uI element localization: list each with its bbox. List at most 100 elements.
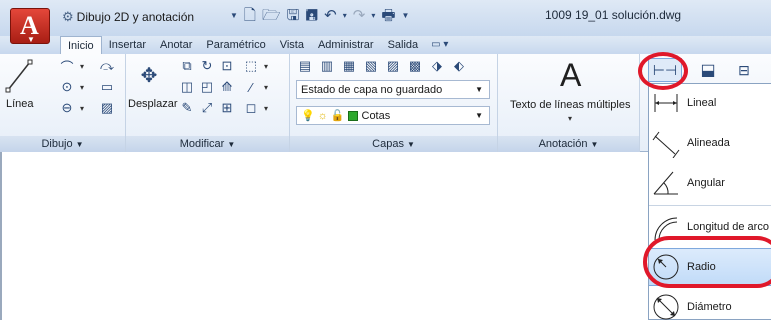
trim-tool-icon[interactable]: ⊡	[218, 57, 236, 75]
circle-dropdown-icon[interactable]: ▾	[80, 83, 84, 92]
tab-salida[interactable]: Salida	[381, 36, 426, 54]
break-tool-icon[interactable]: ⁄	[242, 78, 260, 96]
multiline-text-label[interactable]: Texto de líneas múltiples	[510, 99, 630, 111]
tab-insertar[interactable]: Insertar	[102, 36, 153, 54]
tab-inicio[interactable]: Inicio	[60, 36, 102, 55]
ribbon-options-icon[interactable]: ▭ ▾	[425, 36, 454, 54]
move-tool-label[interactable]: Desplazar	[128, 98, 178, 110]
new-file-icon[interactable]: 🗋	[244, 6, 256, 26]
tab-vista[interactable]: Vista	[273, 36, 311, 54]
menu-label-lineal: Lineal	[687, 97, 717, 109]
hatch-tool-icon[interactable]: ▨	[98, 99, 116, 117]
dim-arc-length-icon	[649, 208, 683, 246]
panel-title-modificar[interactable]: Modificar ▼	[126, 136, 289, 152]
application-menu-button[interactable]: A ▼	[10, 8, 50, 44]
save-icon[interactable]: 🖫	[287, 6, 300, 26]
menu-label-longitud-de-arco: Longitud de arco	[687, 221, 769, 233]
erase-tool-icon[interactable]: ✎	[178, 99, 196, 117]
panel-dibujo: Línea ⌒ ▾ ⤼ ⊙ ▾ ▭ ⊖ ▾ ▨ Dibujo ▼	[0, 54, 126, 152]
array-tool-icon[interactable]: ⊞	[218, 99, 236, 117]
multiline-text-icon[interactable]: A	[560, 57, 581, 94]
menu-item-angular[interactable]: Angular	[649, 164, 771, 202]
polyline-icon[interactable]: ⌒	[58, 57, 76, 75]
workspace-name: Dibujo 2D y anotación	[76, 10, 195, 24]
line-tool-icon[interactable]	[4, 58, 34, 94]
break-dropdown-icon[interactable]: ▾	[264, 83, 268, 92]
offset-dropdown-icon[interactable]: ▾	[264, 104, 268, 113]
layer-previous-icon[interactable]: ▦	[340, 57, 358, 75]
line-tool-label[interactable]: Línea	[6, 98, 34, 110]
stretch-tool-icon[interactable]: ⟰	[218, 78, 236, 96]
dim-linear-icon	[649, 84, 683, 122]
spline-icon[interactable]: ⤼	[98, 57, 116, 75]
undo-icon[interactable]: ↶	[324, 6, 337, 26]
panel-title-capas[interactable]: Capas ▼	[290, 136, 497, 152]
layer-walk-icon[interactable]: ⬖	[450, 57, 468, 75]
offset-tool-icon[interactable]: ◻	[242, 99, 260, 117]
tab-administrar[interactable]: Administrar	[311, 36, 381, 54]
menu-label-alineada: Alineada	[687, 137, 730, 149]
layer-unisolate-icon[interactable]: ▨	[384, 57, 402, 75]
layer-match-icon[interactable]: ▥	[318, 57, 336, 75]
multiline-text-dropdown-icon[interactable]: ▾	[568, 114, 572, 123]
rectangle-tool-icon[interactable]: ▭	[98, 78, 116, 96]
menu-item-alineada[interactable]: Alineada	[649, 124, 771, 162]
fillet-tool-icon[interactable]: ◰	[198, 78, 216, 96]
sun-icon: ☼	[317, 109, 328, 122]
save-as-icon[interactable]: 🖪	[305, 6, 318, 26]
panel-modificar: ✥ Desplazar ⧉ ↻ ⊡ ◫ ◰ ⟰ ✎ ⤢ ⊞ ⬚ ▾ ⁄ ▾ ◻ …	[126, 54, 290, 152]
tab-parametrico[interactable]: Paramétrico	[199, 36, 272, 54]
layer-freeze-icon[interactable]: ▩	[406, 57, 424, 75]
polyline-dropdown-icon[interactable]: ▾	[80, 62, 84, 71]
explode-dropdown-icon[interactable]: ▾	[264, 62, 268, 71]
mirror-tool-icon[interactable]: ◫	[178, 78, 196, 96]
chevron-down-icon: ▼	[475, 85, 483, 94]
panel-title-dibujo[interactable]: Dibujo ▼	[0, 136, 125, 152]
panel-title-anotacion[interactable]: Anotación ▼	[498, 136, 639, 152]
chevron-down-icon[interactable]: ▼	[230, 6, 238, 26]
layer-off-icon[interactable]: ⬗	[428, 57, 446, 75]
dimension-button[interactable]: ⊢⊣	[648, 58, 682, 82]
dim-radius-icon	[649, 248, 683, 286]
explode-tool-icon[interactable]: ⬚	[242, 57, 260, 75]
gear-icon: ⚙	[62, 9, 74, 24]
copy-tool-icon[interactable]: ⧉	[178, 57, 196, 75]
lightbulb-icon: 💡	[301, 110, 315, 122]
layer-state-select[interactable]: Estado de capa no guardado ▼	[296, 80, 490, 99]
unlock-icon: 🔓	[330, 110, 345, 122]
layer-properties-icon[interactable]: ▤	[296, 57, 314, 75]
layer-state-value: Estado de capa no guardado	[301, 83, 443, 96]
chevron-down-icon: ▼	[27, 35, 35, 44]
quick-access-toolbar: ▼ 🗋 🗁 🖫 🖪 ↶ ▾ ↷ ▾ 🖶 ▼	[230, 6, 409, 26]
ellipse-dropdown-icon[interactable]: ▾	[80, 104, 84, 113]
layer-isolate-icon[interactable]: ▧	[362, 57, 380, 75]
menu-item-diametro[interactable]: Diámetro	[649, 288, 771, 326]
workspace-switcher[interactable]: ⚙ Dibujo 2D y anotación	[62, 7, 232, 27]
dim-aligned-icon	[649, 124, 683, 162]
open-folder-icon[interactable]: 🗁	[262, 6, 281, 26]
menu-item-longitud-de-arco[interactable]: Longitud de arco	[649, 208, 771, 246]
dim-angular-icon	[649, 164, 683, 202]
move-tool-icon[interactable]: ✥	[134, 58, 164, 92]
leader-icon[interactable]: ⬓	[694, 58, 722, 82]
qat-customize-icon[interactable]: ▼	[402, 6, 410, 26]
scale-tool-icon[interactable]: ⤢	[198, 99, 216, 117]
menu-item-lineal[interactable]: Lineal	[649, 84, 771, 122]
redo-dropdown-icon[interactable]: ▾	[371, 6, 375, 26]
redo-icon[interactable]: ↷	[353, 6, 366, 26]
undo-dropdown-icon[interactable]: ▾	[343, 6, 347, 26]
circle-tool-icon[interactable]: ⊙	[58, 78, 76, 96]
rotate-tool-icon[interactable]: ↻	[198, 57, 216, 75]
table-icon[interactable]: ⊟	[730, 58, 758, 82]
dimension-dropdown-icon[interactable]: ▾	[684, 66, 688, 75]
dim-linear-icon: ⊢⊣	[652, 61, 678, 78]
document-title: 1009 19_01 solución.dwg	[545, 8, 682, 22]
menu-item-radio[interactable]: Radio	[649, 248, 771, 286]
plot-icon[interactable]: 🖶	[381, 6, 395, 26]
tab-anotar[interactable]: Anotar	[153, 36, 199, 54]
menu-label-angular: Angular	[687, 177, 725, 189]
dimension-menu: Lineal Alineada Angular Longitud de arco…	[648, 83, 771, 320]
ellipse-tool-icon[interactable]: ⊖	[58, 99, 76, 117]
panel-capas: ▤ ▥ ▦ ▧ ▨ ▩ ⬗ ⬖ Estado de capa no guarda…	[290, 54, 498, 152]
layer-select[interactable]: 💡 ☼ 🔓 Cotas ▼	[296, 106, 490, 125]
